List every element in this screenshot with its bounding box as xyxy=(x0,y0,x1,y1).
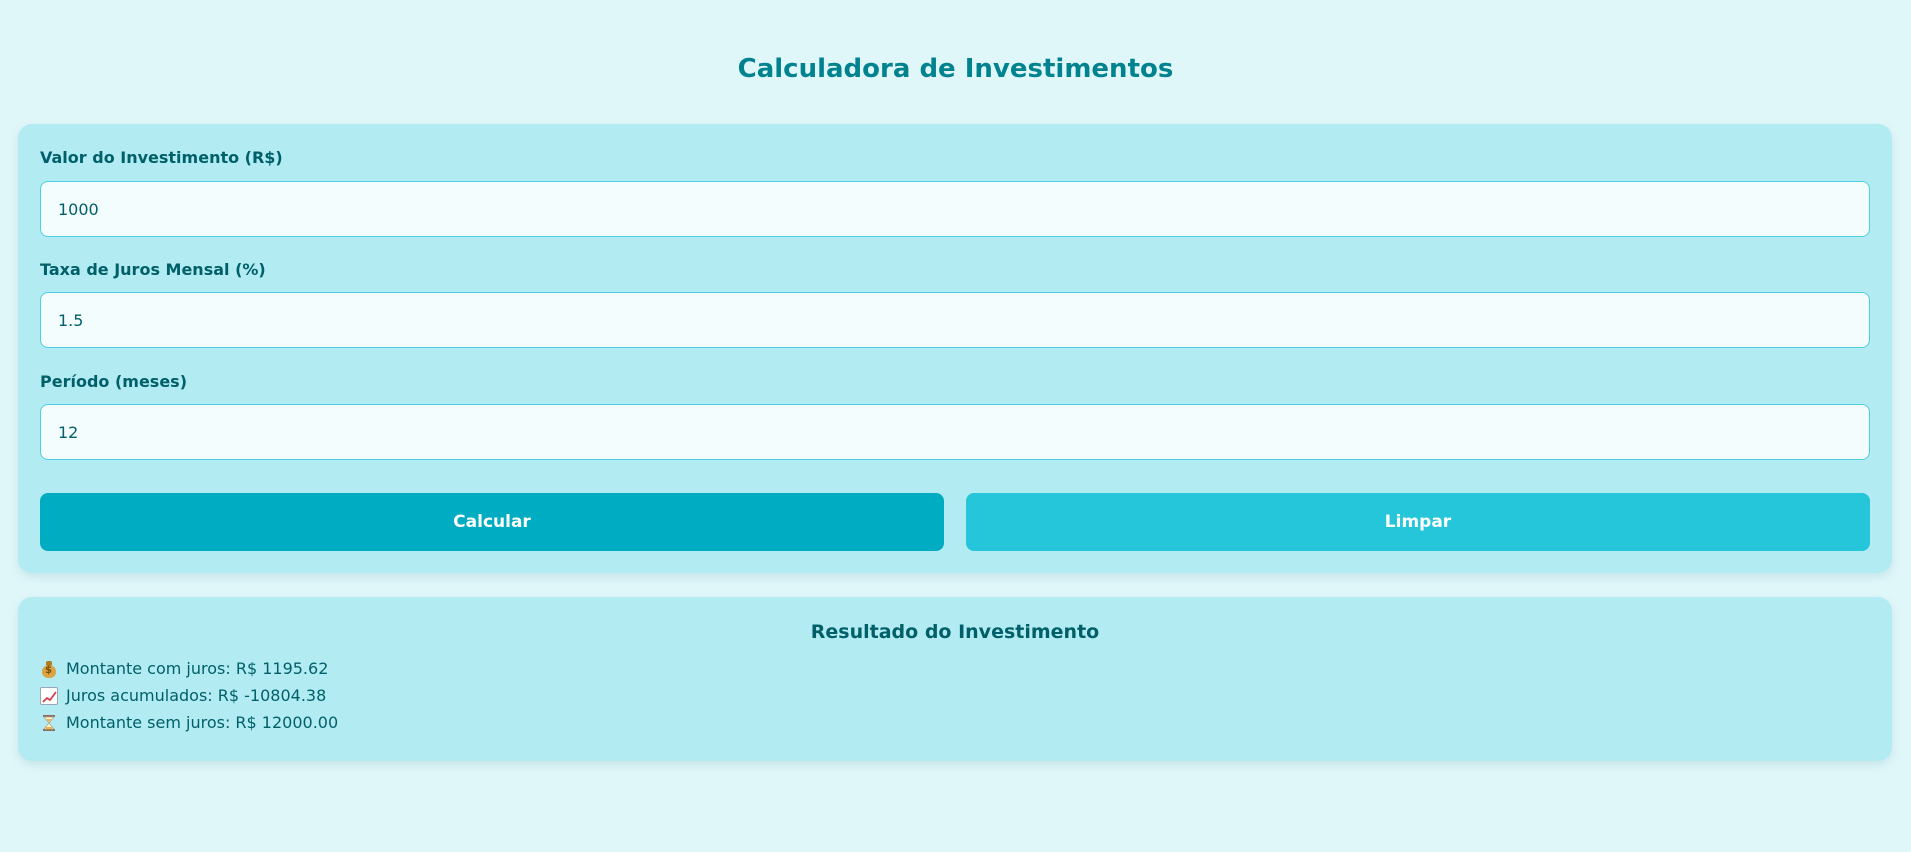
interest-rate-input[interactable] xyxy=(40,292,1870,348)
result-line-amount-without-interest: Montante sem juros: R$ 12000.00 xyxy=(40,713,338,732)
investment-value-input[interactable] xyxy=(40,181,1870,237)
result-line-text: Montante com juros: R$ 1195.62 xyxy=(66,659,329,678)
hourglass-icon xyxy=(40,714,58,732)
page-title: Calculadora de Investimentos xyxy=(737,54,1174,84)
investment-value-label: Valor do Investimento (R$) xyxy=(40,148,283,167)
money-bag-icon xyxy=(40,660,58,678)
result-title: Resultado do Investimento xyxy=(810,621,1100,643)
interest-rate-label: Taxa de Juros Mensal (%) xyxy=(40,260,266,279)
result-panel: Resultado do Investimento Montante com j… xyxy=(18,597,1892,761)
period-input[interactable] xyxy=(40,404,1870,460)
chart-increasing-icon xyxy=(40,686,58,705)
period-label: Período (meses) xyxy=(40,372,188,391)
result-line-amount-with-interest: Montante com juros: R$ 1195.62 xyxy=(40,659,328,678)
result-line-text: Juros acumulados: R$ -10804.38 xyxy=(66,686,327,705)
result-line-text: Montante sem juros: R$ 12000.00 xyxy=(66,713,339,732)
result-line-accumulated-interest: Juros acumulados: R$ -10804.38 xyxy=(40,686,326,705)
calculate-button[interactable]: Calcular xyxy=(40,493,944,551)
investment-form: Valor do Investimento (R$) Taxa de Juros… xyxy=(18,124,1892,573)
clear-button[interactable]: Limpar xyxy=(966,493,1870,551)
